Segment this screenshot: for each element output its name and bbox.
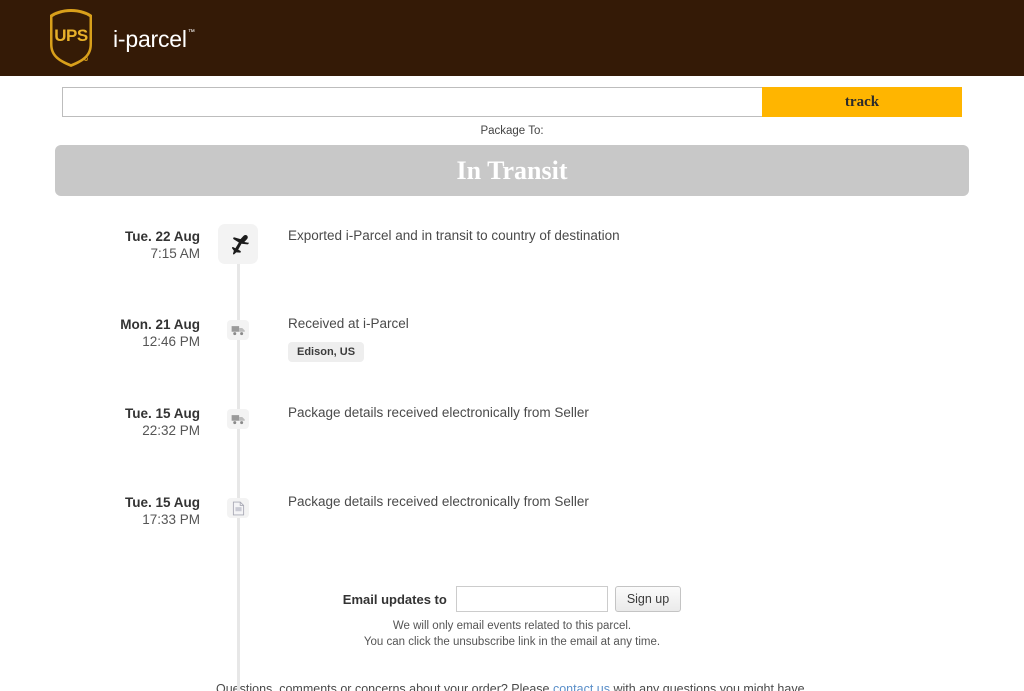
tracking-timeline: Tue. 22 Aug 7:15 AM Exported i-Parcel an… <box>0 220 1024 691</box>
track-button[interactable]: track <box>762 87 962 117</box>
event-body: Package details received electronically … <box>266 486 1024 511</box>
wordmark-text: i-parcel <box>113 25 187 52</box>
event-icon-wrap <box>210 308 266 340</box>
event-icon-wrap <box>210 486 266 518</box>
event-date: Mon. 21 Aug <box>120 317 200 332</box>
email-note-line-1: We will only email events related to thi… <box>392 620 632 632</box>
event-date: Tue. 15 Aug <box>124 495 200 510</box>
footer-text-before: Questions, comments or concerns about yo… <box>216 682 553 691</box>
contact-us-link[interactable]: contact us <box>553 682 610 691</box>
email-note-line-2: You can click the unsubscribe link in th… <box>363 636 661 648</box>
event-datetime: Tue. 22 Aug 7:15 AM <box>0 220 210 262</box>
event-description: Package details received electronically … <box>288 405 589 420</box>
footer-contact-text: Questions, comments or concerns about yo… <box>0 682 1024 691</box>
trademark-symbol: ™ <box>187 28 195 36</box>
truck-icon <box>227 409 249 429</box>
timeline-event: Tue. 22 Aug 7:15 AM Exported i-Parcel an… <box>0 220 1024 310</box>
event-body: Received at i-Parcel Edison, US <box>266 308 1024 362</box>
timeline-event: Tue. 15 Aug 22:32 PM Package details rec… <box>0 397 1024 487</box>
email-signup-note: We will only email events related to thi… <box>0 618 1024 650</box>
event-datetime: Tue. 15 Aug 22:32 PM <box>0 397 210 439</box>
tracking-number-input[interactable] <box>62 87 762 117</box>
event-datetime: Mon. 21 Aug 12:46 PM <box>0 308 210 350</box>
event-body: Exported i-Parcel and in transit to coun… <box>266 220 1024 245</box>
event-icon-wrap <box>210 397 266 429</box>
event-description: Package details received electronically … <box>288 494 589 509</box>
footer-text-after: with any questions you might have. <box>609 682 808 691</box>
package-to-label: Package To: <box>480 125 544 137</box>
email-input[interactable] <box>455 586 608 612</box>
event-description: Received at i-Parcel <box>288 316 409 331</box>
email-updates-label: Email updates to <box>342 591 447 607</box>
truck-icon <box>227 320 249 340</box>
event-time: 17:33 PM <box>142 512 200 527</box>
event-time: 7:15 AM <box>150 246 200 261</box>
event-body: Package details received electronically … <box>266 397 1024 422</box>
sign-up-button[interactable]: Sign up <box>614 586 682 612</box>
event-time: 22:32 PM <box>142 423 200 438</box>
airplane-icon <box>218 224 258 264</box>
site-header: UPS R i-parcel™ <box>0 0 1024 76</box>
event-time: 12:46 PM <box>142 334 200 349</box>
tracking-search-row: track <box>62 87 962 117</box>
event-date: Tue. 22 Aug <box>124 229 200 244</box>
timeline-event: Mon. 21 Aug 12:46 PM Received at i-Parce… <box>0 308 1024 398</box>
status-label: In Transit <box>456 155 568 185</box>
event-icon-wrap <box>210 220 266 264</box>
timeline-event: Tue. 15 Aug 17:33 PM Package details rec… <box>0 486 1024 576</box>
svg-text:UPS: UPS <box>54 26 88 45</box>
status-banner: In Transit <box>55 145 969 196</box>
iparcel-wordmark: i-parcel™ <box>113 25 195 53</box>
document-icon <box>227 498 249 518</box>
email-signup-row: Email updates to Sign up <box>0 586 1024 612</box>
event-date: Tue. 15 Aug <box>124 406 200 421</box>
ups-shield-logo[interactable]: UPS R <box>47 8 95 68</box>
event-datetime: Tue. 15 Aug 17:33 PM <box>0 486 210 528</box>
event-description: Exported i-Parcel and in transit to coun… <box>288 228 620 243</box>
event-location-badge: Edison, US <box>288 342 365 362</box>
